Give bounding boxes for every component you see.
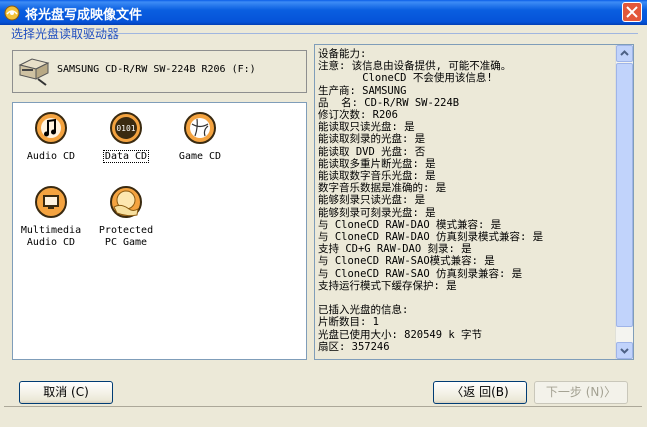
info-line: 扇区: 357246 [318, 340, 390, 353]
cd-type-protected[interactable]: Protected PC Game [94, 185, 158, 249]
hand-disc-icon [110, 186, 142, 218]
cancel-button[interactable]: 取消 (C) [19, 381, 113, 404]
monitor-icon [35, 186, 67, 218]
info-line: 片断数目: 1 [318, 316, 379, 329]
back-button[interactable]: 〈返 回(B) [433, 381, 527, 404]
cd-type-game[interactable]: Game CD [168, 111, 232, 163]
chevron-up-icon [620, 50, 629, 56]
info-line: 能读取只读光盘: 是 [318, 121, 415, 134]
info-line: 能读取多重片断光盘: 是 [318, 157, 436, 170]
info-line: 修订次数: R206 [318, 109, 398, 122]
info-line: 能够刻录可刻录光盘: 是 [318, 206, 436, 219]
cd-type-label: Game CD [178, 151, 222, 162]
drive-name: SAMSUNG CD-R/RW SW-224B R206 (F:) [57, 64, 256, 75]
info-line: 数字音乐数据是准确的: 是 [318, 182, 447, 195]
close-icon [626, 6, 638, 18]
music-note-icon [35, 112, 67, 144]
info-line: 光盘已使用大小: 820549 k 字节 [318, 328, 483, 341]
info-line: 品 名: CD-R/RW SW-224B [318, 96, 460, 109]
info-line: 生产商: SAMSUNG [318, 84, 407, 97]
svg-text:0101: 0101 [116, 124, 135, 133]
device-info-text: 设备能力: 注意: 该信息由设备提供, 可能不准确。 CloneCD 不会使用该信… [318, 48, 613, 353]
title-bar: 将光盘写成映像文件 [0, 0, 647, 25]
scroll-up-button[interactable] [616, 45, 633, 62]
cd-type-label: Protected PC Game [98, 225, 154, 248]
info-line: 已插入光盘的信息: [318, 304, 409, 317]
scroll-thumb[interactable] [616, 63, 633, 327]
info-line: 与 CloneCD RAW-SAO模式兼容: 是 [318, 255, 495, 268]
info-line: 与 CloneCD RAW-SAO 仿真刻录兼容: 是 [318, 267, 523, 280]
cd-type-multimedia[interactable]: Multimedia Audio CD [19, 185, 83, 249]
info-line: 支持运行模式下缓存保护: 是 [318, 279, 457, 292]
drive-selector[interactable]: SAMSUNG CD-R/RW SW-224B R206 (F:) [12, 50, 307, 93]
cd-type-list: Audio CD 0101 Data CD Game CD Multimedia… [12, 102, 307, 360]
chevron-down-icon [620, 348, 629, 354]
info-line: 能够刻录只读光盘: 是 [318, 194, 426, 207]
vertical-scrollbar[interactable] [615, 45, 633, 359]
volleyball-icon [184, 112, 216, 144]
cd-type-label: Audio CD [26, 151, 76, 162]
cd-type-data[interactable]: 0101 Data CD [94, 111, 158, 163]
binary-data-icon: 0101 [110, 112, 142, 144]
status-bar [4, 406, 642, 427]
info-line: 设备能力: [318, 48, 367, 60]
next-button[interactable]: 下一步 (N)〉 [534, 381, 628, 404]
info-line: 支持 CD+G RAW-DAO 刻录: 是 [318, 243, 472, 256]
section-divider [100, 33, 638, 34]
cd-type-audio[interactable]: Audio CD [19, 111, 83, 163]
cd-type-label: Multimedia Audio CD [20, 225, 82, 248]
close-button[interactable] [622, 2, 642, 22]
info-line: 注意: 该信息由设备提供, 可能不准确。 [318, 60, 512, 73]
cd-drive-icon [18, 58, 50, 86]
clonecd-sheep-icon [4, 5, 20, 21]
info-line [318, 292, 613, 304]
info-line: 能读取 DVD 光盘: 否 [318, 145, 426, 158]
info-line: 与 CloneCD RAW-DAO 模式兼容: 是 [318, 218, 502, 231]
scroll-down-button[interactable] [616, 342, 633, 359]
device-info-panel[interactable]: 设备能力: 注意: 该信息由设备提供, 可能不准确。 CloneCD 不会使用该信… [314, 44, 634, 360]
info-line: 能读取刻录的光盘: 是 [318, 133, 426, 146]
window-title: 将光盘写成映像文件 [25, 8, 143, 23]
info-line: 与 CloneCD RAW-DAO 仿真刻录模式兼容: 是 [318, 231, 544, 244]
info-line: 能读取数字音乐光盘: 是 [318, 170, 436, 183]
info-line: CloneCD 不会使用该信息! [318, 72, 493, 85]
cd-type-label: Data CD [102, 150, 150, 163]
